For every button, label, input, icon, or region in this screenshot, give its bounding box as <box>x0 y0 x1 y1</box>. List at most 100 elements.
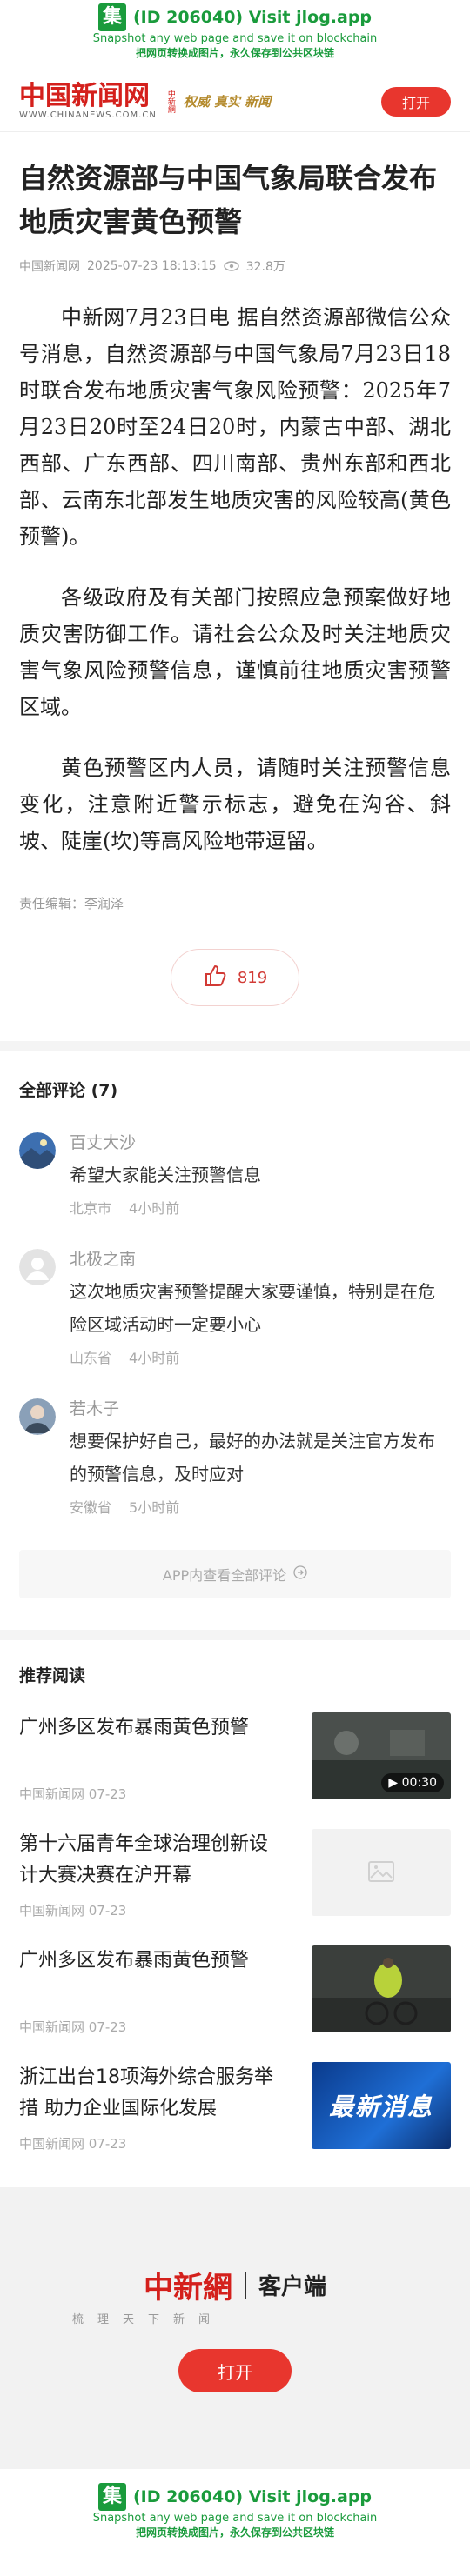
article-body: 中新网7月23日电 据自然资源部微信公众号消息，自然资源部与中国气象局7月23日… <box>19 299 451 859</box>
recommend-item-title: 广州多区发布暴雨黄色预警 <box>19 1717 250 1738</box>
banner-subtitle-cn: 把网页转换成图片，永久保存到公共区块链 <box>135 2526 334 2539</box>
comment-time: 5小时前 <box>129 1499 180 1516</box>
avatar[interactable] <box>19 1249 56 1285</box>
recommend-section: 推荐阅读 广州多区发布暴雨黄色预警 中国新闻网 07-23 ▶ 00:30 第十… <box>0 1640 470 2170</box>
site-header: 中国新闻网 WWW.CHINANEWS.COM.CN 中新網 权威 真实 新闻 … <box>0 71 470 132</box>
article-title: 自然资源部与中国气象局联合发布地质灾害黄色预警 <box>19 162 438 238</box>
recommend-thumbnail: 最新消息 <box>312 2062 451 2149</box>
site-logo[interactable]: 中国新闻网 WWW.CHINANEWS.COM.CN 中新網 权威 真实 新闻 <box>19 81 272 121</box>
recommend-item-meta: 中国新闻网 07-23 <box>19 2019 127 2035</box>
article-datetime: 2025-07-23 18:13:15 <box>87 259 217 273</box>
banner-row: 集 (ID 206040) Visit jlog.app <box>0 2483 470 2511</box>
video-duration: 00:30 <box>401 1776 437 1790</box>
comment-body: 若木子 想要保护好自己，最好的办法就是关注官方发布的预警信息，及时应对 安徽省 5… <box>70 1398 451 1517</box>
section-divider <box>0 1041 470 1051</box>
logo-block: 中国新闻网 WWW.CHINANEWS.COM.CN <box>19 81 157 121</box>
recommend-thumbnail <box>312 1945 451 2032</box>
comment-time: 4小时前 <box>129 1200 180 1217</box>
avatar[interactable] <box>19 1132 56 1169</box>
banner-subtitle-en: Snapshot any web page and save it on blo… <box>92 32 378 45</box>
promo-logo-text: 中新網 <box>143 2271 232 2306</box>
logo-small: 中新網 <box>165 90 175 113</box>
recommend-text: 浙江出台18项海外综合服务举措 助力企业国际化发展 中国新闻网 07-23 <box>19 2062 312 2152</box>
recommend-item[interactable]: 第十六届青年全球治理创新设计大赛决赛在沪开幕 中国新闻网 07-23 <box>19 1829 451 1919</box>
promo-slogan: 梳理天下新闻 <box>71 2313 224 2326</box>
comment-body: 百丈大沙 希望大家能关注预警信息 北京市 4小时前 <box>70 1132 451 1218</box>
promo-logo: 中新網 客户端 <box>144 2264 326 2306</box>
recommend-item-meta: 中国新闻网 07-23 <box>19 1903 127 1919</box>
eye-icon <box>223 261 239 271</box>
like-count: 819 <box>237 968 268 987</box>
more-comments-label: APP内查看全部评论 <box>162 1567 287 1584</box>
recommend-thumbnail: ▶ 00:30 <box>312 1712 451 1799</box>
recommend-thumbnail <box>312 1829 451 1916</box>
logo-url: WWW.CHINANEWS.COM.CN <box>19 110 157 120</box>
article-meta: 中国新闻网 2025-07-23 18:13:15 32.8万 <box>19 257 451 275</box>
comment-author[interactable]: 若木子 <box>70 1398 451 1419</box>
article-paragraph: 各级政府及有关部门按照应急预案做好地质灾害防御工作。请社会公众及时关注地质灾害气… <box>19 585 451 719</box>
bottom-banner[interactable]: 集 (ID 206040) Visit jlog.app Snapshot an… <box>0 2469 470 2556</box>
recommend-item-meta: 中国新闻网 07-23 <box>19 2136 127 2152</box>
video-duration-badge: ▶ 00:30 <box>381 1773 444 1792</box>
recommend-item-title: 浙江出台18项海外综合服务举措 助力企业国际化发展 <box>19 2066 273 2119</box>
jlog-logo-icon: 集 <box>97 3 126 31</box>
recommend-item-meta: 中国新闻网 07-23 <box>19 1786 127 1802</box>
article: 自然资源部与中国气象局联合发布地质灾害黄色预警 中国新闻网 2025-07-23… <box>0 157 470 1006</box>
avatar[interactable] <box>19 1398 56 1435</box>
banner-subtitle-cn: 把网页转换成图片，永久保存到公共区块链 <box>135 47 334 59</box>
article-paragraph: 黄色预警区内人员，请随时关注预警信息变化，注意附近警示标志，避免在沟谷、斜坡、陡… <box>19 756 451 853</box>
article-source: 中国新闻网 <box>19 260 80 274</box>
comment-time: 4小时前 <box>129 1350 180 1366</box>
recommend-item[interactable]: 广州多区发布暴雨黄色预警 中国新闻网 07-23 ▶ 00:30 <box>19 1712 451 1803</box>
comment-location: 安徽省 <box>70 1499 112 1516</box>
comment-location: 北京市 <box>70 1200 112 1217</box>
comments-title: 全部评论 (7) <box>19 1081 118 1100</box>
article-paragraph: 中新网7月23日电 据自然资源部微信公众号消息，自然资源部与中国气象局7月23日… <box>19 305 451 549</box>
arrow-right-circle-icon <box>293 1565 307 1583</box>
recommend-text: 广州多区发布暴雨黄色预警 中国新闻网 07-23 <box>19 1945 312 2036</box>
promo-client-label: 客户端 <box>258 2274 326 2300</box>
top-banner[interactable]: 集 (ID 206040) Visit jlog.app Snapshot an… <box>0 0 470 71</box>
view-all-comments-button[interactable]: APP内查看全部评论 <box>19 1550 451 1598</box>
open-app-button[interactable]: 打开 <box>381 86 451 117</box>
comment-meta: 北京市 4小时前 <box>70 1197 451 1218</box>
comment-location: 山东省 <box>70 1350 112 1366</box>
thumbs-up-icon <box>203 964 227 992</box>
logo-slogan: 权威 真实 新闻 <box>183 94 272 110</box>
banner-row: 集 (ID 206040) Visit jlog.app <box>0 3 470 31</box>
jlog-logo-icon: 集 <box>97 2483 126 2511</box>
recommend-item[interactable]: 广州多区发布暴雨黄色预警 中国新闻网 07-23 <box>19 1945 451 2036</box>
comment-item: 北极之南 这次地质灾害预警提醒大家要谨慎，特别是在危险区域活动时一定要小心 山东… <box>19 1249 451 1367</box>
banner-subtitle-en: Snapshot any web page and save it on blo… <box>92 2512 378 2525</box>
comments-section: 全部评论 (7) 百丈大沙 希望大家能关注预警信息 北京市 4小时前 北极之南 这… <box>0 1051 470 1630</box>
logo-text: 中国新闻网 <box>19 81 150 111</box>
comment-author[interactable]: 百丈大沙 <box>70 1132 451 1153</box>
play-icon: ▶ <box>388 1776 399 1790</box>
banner-title[interactable]: (ID 206040) Visit jlog.app <box>133 8 372 27</box>
comment-meta: 安徽省 5小时前 <box>70 1496 451 1517</box>
recommend-item-title: 广州多区发布暴雨黄色预警 <box>19 1950 250 1972</box>
recommend-text: 广州多区发布暴雨黄色预警 中国新闻网 07-23 <box>19 1712 312 1803</box>
article-views: 32.8万 <box>245 260 285 274</box>
thumbnail-text: 最新消息 <box>328 2092 433 2121</box>
like-button[interactable]: 819 <box>171 949 299 1006</box>
comment-author[interactable]: 北极之南 <box>70 1249 451 1270</box>
comment-item: 若木子 想要保护好自己，最好的办法就是关注官方发布的预警信息，及时应对 安徽省 5… <box>19 1398 451 1517</box>
comment-text: 希望大家能关注预警信息 <box>70 1165 261 1185</box>
comment-item: 百丈大沙 希望大家能关注预警信息 北京市 4小时前 <box>19 1132 451 1218</box>
section-divider <box>0 1630 470 1640</box>
recommend-item-title: 第十六届青年全球治理创新设计大赛决赛在沪开幕 <box>19 1833 269 1886</box>
comment-meta: 山东省 4小时前 <box>70 1346 451 1367</box>
app-promo: 中新網 客户端 梳理天下新闻 打开 <box>0 2187 470 2469</box>
recommend-text: 第十六届青年全球治理创新设计大赛决赛在沪开幕 中国新闻网 07-23 <box>19 1829 312 1919</box>
comment-text: 这次地质灾害预警提醒大家要谨慎，特别是在危险区域活动时一定要小心 <box>70 1281 435 1335</box>
promo-open-button[interactable]: 打开 <box>178 2349 292 2392</box>
editor-credit: 责任编辑：李润泽 <box>19 896 124 911</box>
recommend-item[interactable]: 浙江出台18项海外综合服务举措 助力企业国际化发展 中国新闻网 07-23 最新… <box>19 2062 451 2152</box>
promo-divider <box>244 2272 246 2299</box>
banner-title[interactable]: (ID 206040) Visit jlog.app <box>133 2487 372 2506</box>
comment-text: 想要保护好自己，最好的办法就是关注官方发布的预警信息，及时应对 <box>70 1431 435 1485</box>
recommend-title: 推荐阅读 <box>19 1666 86 1685</box>
like-section: 819 <box>19 949 451 1006</box>
comment-body: 北极之南 这次地质灾害预警提醒大家要谨慎，特别是在危险区域活动时一定要小心 山东… <box>70 1249 451 1367</box>
